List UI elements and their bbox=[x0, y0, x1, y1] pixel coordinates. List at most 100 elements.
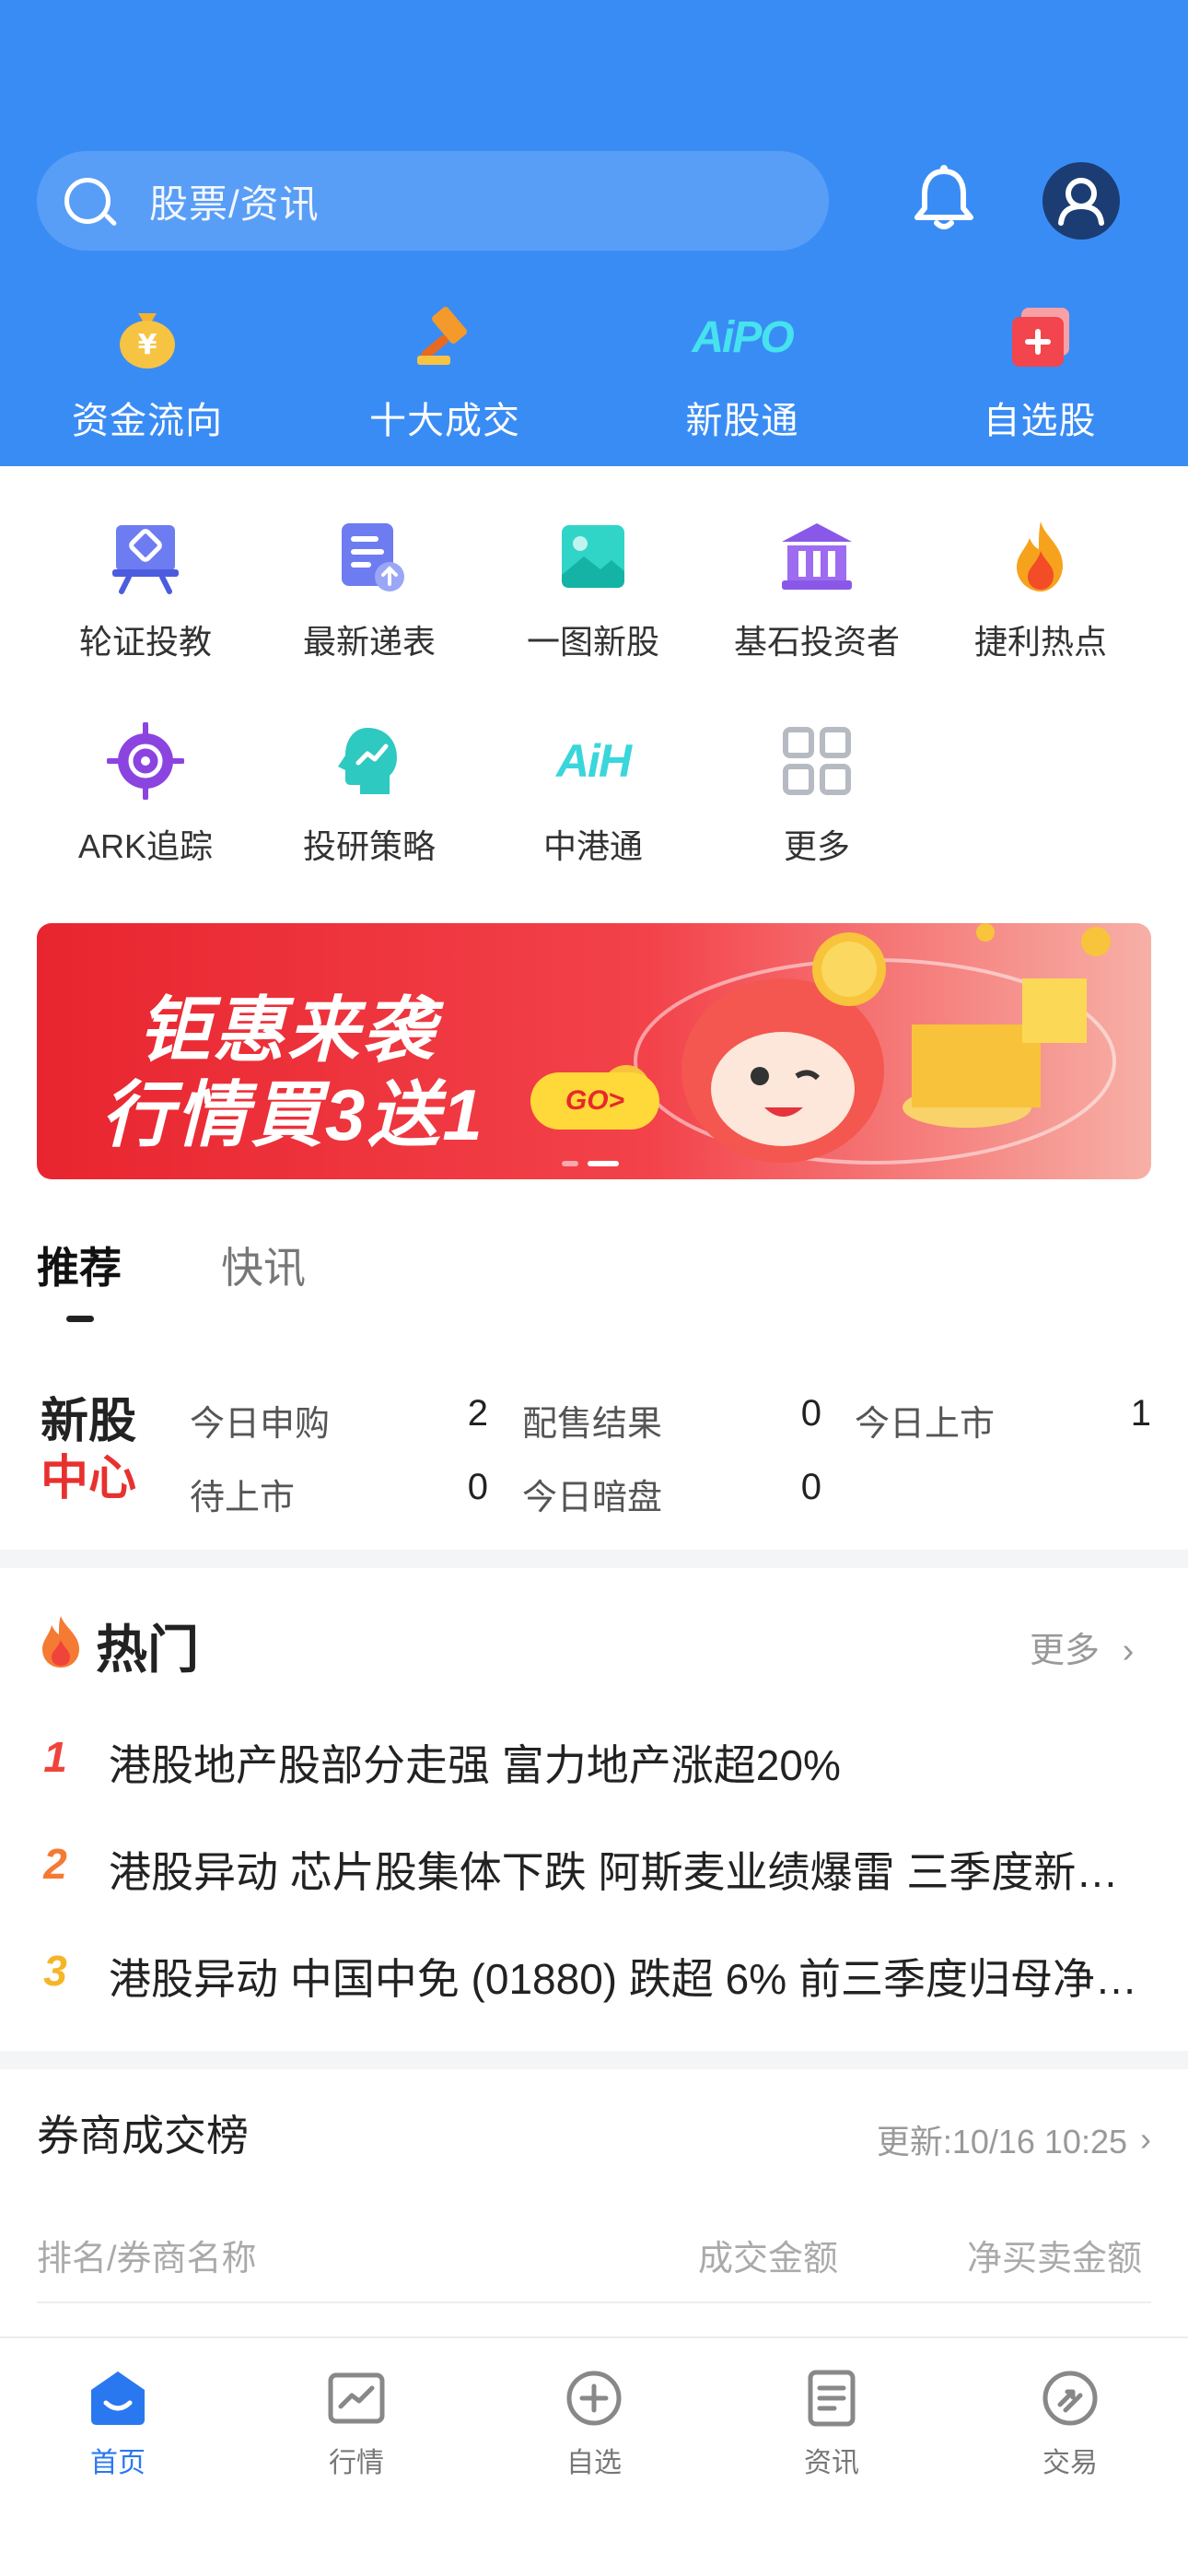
head-chart-icon bbox=[331, 722, 408, 800]
trade-icon bbox=[1038, 2366, 1102, 2430]
ipo-stat-label[interactable]: 配售结果 bbox=[522, 1395, 662, 1446]
quick-action-label: 自选股 bbox=[983, 401, 1097, 441]
ipo-center-logo[interactable]: 新股 中心 bbox=[41, 1393, 136, 1507]
section-divider bbox=[0, 1550, 1188, 1568]
plus-card-icon bbox=[1003, 304, 1077, 370]
hot-rank-badge: 3 bbox=[43, 1947, 67, 1995]
ipo-stat-value: 0 bbox=[800, 1467, 821, 1507]
market-chart-icon bbox=[324, 2366, 389, 2430]
grid-more-icon bbox=[778, 722, 856, 800]
grid-item-label: 轮证投教 bbox=[78, 623, 212, 661]
svg-text:¥: ¥ bbox=[138, 329, 157, 361]
fire-icon bbox=[42, 1616, 79, 1668]
tabbar-trade[interactable]: 交易 bbox=[996, 2366, 1144, 2480]
tabbar-market[interactable]: 行情 bbox=[283, 2366, 430, 2480]
top-header: 股票/资讯 ¥ 资金流向 十大成交 AiPO 新股通 自选股 bbox=[0, 0, 1188, 466]
column-header-name: 排名/券商名称 bbox=[37, 2240, 257, 2278]
ipo-stat-value: 0 bbox=[800, 1393, 821, 1434]
ipo-stat-value: 0 bbox=[467, 1467, 488, 1507]
grid-item-ipo-infographic[interactable]: 一图新股 bbox=[483, 518, 704, 663]
promo-banner[interactable]: 钜惠来袭 行情買3送1 GO> bbox=[37, 923, 1151, 1179]
ipo-stat-label[interactable]: 今日上市 bbox=[855, 1395, 995, 1446]
section-divider bbox=[0, 2051, 1188, 2069]
grid-item-label: 基石投资者 bbox=[733, 623, 900, 661]
tabbar-label: 资讯 bbox=[804, 2448, 859, 2478]
quick-action-ipo[interactable]: AiPO 新股通 bbox=[623, 304, 862, 444]
hot-news-item[interactable]: 港股地产股部分走强 富力地产涨超20% bbox=[109, 1732, 1140, 1793]
grid-item-latest-filings[interactable]: 最新递表 bbox=[259, 518, 480, 663]
banner-go-button[interactable]: GO> bbox=[530, 1072, 659, 1130]
ipo-stat-label[interactable]: 今日暗盘 bbox=[522, 1469, 662, 1519]
grid-item-hot-topics[interactable]: 捷利热点 bbox=[930, 518, 1151, 663]
grid-item-label: 一图新股 bbox=[526, 623, 659, 661]
quick-action-label: 资金流向 bbox=[72, 401, 223, 441]
quick-action-watchlist[interactable]: 自选股 bbox=[920, 304, 1159, 444]
grid-item-label: 更多 bbox=[783, 827, 850, 865]
search-bar[interactable]: 股票/资讯 bbox=[37, 151, 829, 251]
tabbar-label: 自选 bbox=[566, 2448, 622, 2478]
grid-item-ark-tracking[interactable]: ARK追踪 bbox=[35, 722, 256, 868]
quick-action-label: 十大成交 bbox=[369, 401, 520, 441]
grid-item-label: 捷利热点 bbox=[973, 623, 1107, 661]
ipo-stat-label[interactable]: 今日申购 bbox=[190, 1395, 330, 1446]
grid-item-warrant-education[interactable]: 轮证投教 bbox=[35, 518, 256, 663]
grid-item-label: ARK追踪 bbox=[77, 827, 214, 865]
gavel-icon bbox=[408, 304, 482, 370]
grid-item-label: 中港通 bbox=[542, 827, 643, 865]
tabbar-home[interactable]: 首页 bbox=[44, 2366, 192, 2480]
quick-action-fund-flow[interactable]: ¥ 资金流向 bbox=[28, 304, 267, 444]
bottom-tab-bar: 首页 行情 自选 资讯 交易 bbox=[0, 2336, 1188, 2576]
news-icon bbox=[799, 2366, 864, 2430]
money-bag-icon: ¥ bbox=[111, 304, 184, 370]
grid-item-label: 最新递表 bbox=[302, 623, 436, 661]
quick-action-top-ten[interactable]: 十大成交 bbox=[325, 304, 565, 444]
carousel-dot-active bbox=[588, 1161, 619, 1166]
grid-item-label: 投研策略 bbox=[302, 827, 436, 865]
grid-item-china-hk-connect[interactable]: AiH 中港通 bbox=[483, 722, 704, 868]
carousel-dot bbox=[562, 1161, 578, 1166]
hot-rank-badge: 1 bbox=[43, 1733, 67, 1781]
search-placeholder: 股票/资讯 bbox=[149, 181, 320, 226]
grid-item-more[interactable]: 更多 bbox=[706, 722, 927, 868]
grid-item-research-strategy[interactable]: 投研策略 bbox=[259, 722, 480, 868]
carousel-indicator bbox=[562, 1161, 619, 1166]
ipo-stat-label[interactable]: 待上市 bbox=[190, 1469, 295, 1519]
grid-item-cornerstone[interactable]: 基石投资者 bbox=[706, 518, 927, 663]
add-circle-icon bbox=[562, 2366, 626, 2430]
search-icon bbox=[64, 178, 111, 224]
fire-icon bbox=[1002, 518, 1079, 595]
tab-recommend[interactable]: 推荐 bbox=[37, 1235, 122, 1295]
target-icon bbox=[107, 722, 184, 800]
hot-more-link[interactable]: 更多 › bbox=[1030, 1622, 1134, 1672]
ipo-stat-value: 1 bbox=[1130, 1393, 1151, 1434]
tabbar-label: 交易 bbox=[1042, 2448, 1098, 2478]
table-divider bbox=[37, 2301, 1151, 2303]
home-icon bbox=[86, 2366, 150, 2430]
tab-active-indicator bbox=[66, 1316, 94, 1322]
chevron-right-icon: › bbox=[1140, 2120, 1151, 2158]
hot-news-item[interactable]: 港股异动 芯片股集体下跌 阿斯麦业绩爆雷 三季度新增订单远低于预期 bbox=[109, 1839, 1140, 1900]
ipo-stat-value: 2 bbox=[467, 1393, 488, 1434]
broker-ranking-title: 券商成交榜 bbox=[37, 2112, 249, 2160]
tabbar-news[interactable]: 资讯 bbox=[758, 2366, 905, 2480]
tab-flash-news[interactable]: 快讯 bbox=[221, 1235, 306, 1295]
image-icon bbox=[554, 518, 632, 595]
tabbar-label: 首页 bbox=[90, 2448, 146, 2478]
quick-action-label: 新股通 bbox=[685, 401, 799, 441]
document-upload-icon bbox=[331, 518, 408, 595]
chevron-right-icon: › bbox=[1122, 1632, 1135, 1670]
aipo-icon: AiPO bbox=[692, 312, 794, 362]
column-header-amount[interactable]: 成交金额 bbox=[698, 2230, 838, 2280]
hot-rank-badge: 2 bbox=[43, 1840, 67, 1888]
banner-subheadline: 行情買3送1 bbox=[101, 1074, 485, 1155]
tabbar-label: 行情 bbox=[329, 2448, 384, 2478]
column-header-net[interactable]: 净买卖金额 bbox=[967, 2230, 1142, 2280]
broker-update-time[interactable]: 更新:10/16 10:25 › bbox=[877, 2115, 1151, 2163]
user-avatar-icon[interactable] bbox=[1042, 162, 1120, 240]
easel-icon bbox=[107, 518, 184, 595]
hot-section-title: 热门 bbox=[96, 1621, 199, 1679]
mascot-illustration bbox=[602, 923, 1116, 1165]
bell-icon[interactable] bbox=[912, 164, 976, 232]
tabbar-watchlist[interactable]: 自选 bbox=[520, 2366, 668, 2480]
hot-news-item[interactable]: 港股异动 中国中免 (01880) 跌超 6% 前三季度归母净利润同比下降 bbox=[109, 1946, 1140, 2007]
